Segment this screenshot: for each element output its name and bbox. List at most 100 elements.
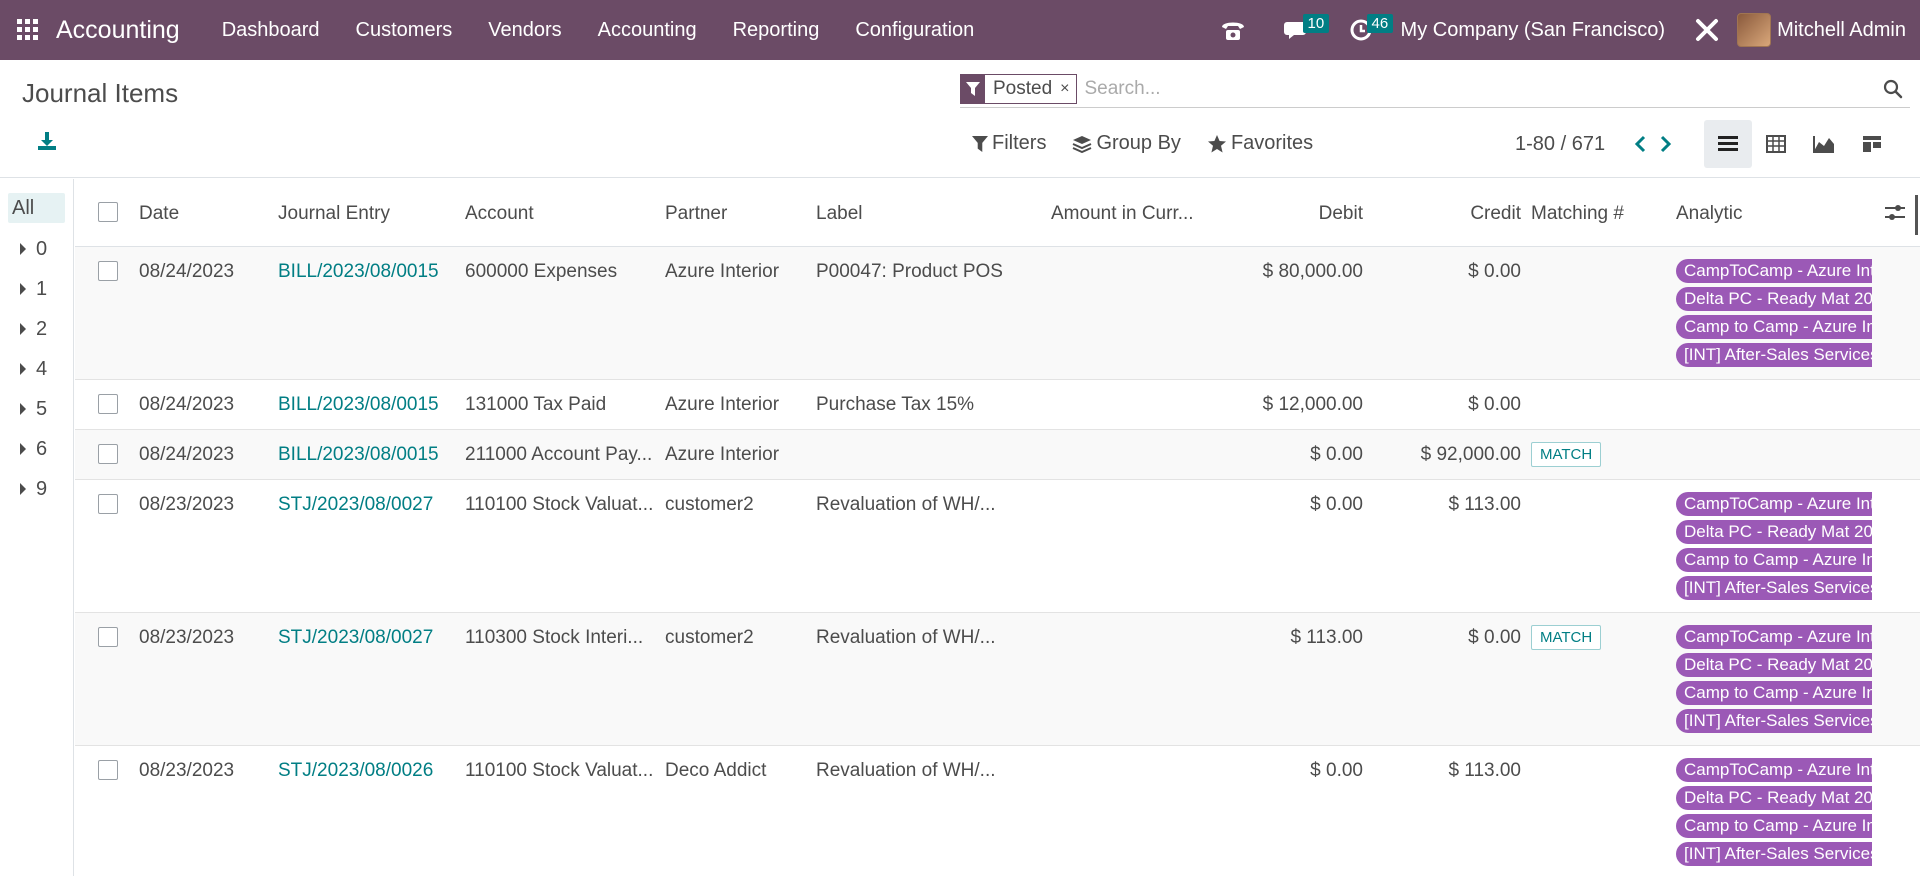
row-checkbox[interactable] xyxy=(98,444,118,464)
analytic-tag[interactable]: Delta PC - Ready Mat 2023 xyxy=(1676,786,1872,810)
download-icon[interactable] xyxy=(36,130,60,154)
graph-view-icon[interactable] xyxy=(1800,120,1848,168)
side-item-0[interactable]: 0 xyxy=(0,229,73,269)
pager-previous-icon[interactable] xyxy=(1627,130,1653,158)
column-date[interactable]: Date xyxy=(139,203,179,225)
user-menu[interactable]: Mitchell Admin xyxy=(1737,13,1920,47)
search-icon[interactable] xyxy=(1876,72,1910,106)
menu-vendors[interactable]: Vendors xyxy=(470,0,579,60)
cell-journal-entry[interactable]: STJ/2023/08/0027 xyxy=(278,627,458,649)
side-item-6[interactable]: 6 xyxy=(0,429,73,469)
cell-date: 08/24/2023 xyxy=(139,261,235,282)
row-checkbox[interactable] xyxy=(98,494,118,514)
side-item-label: 0 xyxy=(36,237,48,260)
column-resize-handle[interactable] xyxy=(1915,195,1918,235)
row-checkbox[interactable] xyxy=(98,627,118,647)
matching-badge[interactable]: MATCH xyxy=(1531,625,1602,650)
cell-journal-entry[interactable]: STJ/2023/08/0027 xyxy=(278,494,458,516)
menu-accounting[interactable]: Accounting xyxy=(580,0,715,60)
optional-columns-icon[interactable] xyxy=(1884,203,1906,229)
row-checkbox[interactable] xyxy=(98,261,118,281)
analytic-tag[interactable]: [INT] After-Sales Services xyxy=(1676,576,1872,600)
apps-menu-icon[interactable] xyxy=(0,0,56,60)
top-navbar: Accounting Dashboard Customers Vendors A… xyxy=(0,0,1920,60)
list-view-icon[interactable] xyxy=(1704,120,1752,168)
analytic-tag[interactable]: [INT] After-Sales Services xyxy=(1676,343,1872,367)
table-row[interactable]: 08/23/2023 STJ/2023/08/0026 110100 Stock V… xyxy=(75,746,1920,876)
favorites-button[interactable]: Favorites xyxy=(1207,132,1313,155)
app-brand[interactable]: Accounting xyxy=(56,16,180,45)
side-item-9[interactable]: 9 xyxy=(0,469,73,509)
analytic-tag[interactable]: CampToCamp - Azure Interior xyxy=(1676,758,1872,782)
filters-button[interactable]: Filters xyxy=(972,132,1046,155)
cell-label: Revaluation of WH/... xyxy=(816,627,996,648)
cell-journal-entry[interactable]: BILL/2023/08/0015 xyxy=(278,261,458,283)
cell-label: Revaluation of WH/... xyxy=(816,494,996,515)
analytic-tag[interactable]: Camp to Camp - Azure Interior xyxy=(1676,814,1872,838)
table-row[interactable]: 08/24/2023 BILL/2023/08/0015 600000 Expens… xyxy=(75,247,1920,380)
column-analytic[interactable]: Analytic xyxy=(1676,203,1743,225)
select-all-checkbox[interactable] xyxy=(98,202,118,222)
analytic-tag[interactable]: Delta PC - Ready Mat 2023 xyxy=(1676,653,1872,677)
analytic-tag[interactable]: Delta PC - Ready Mat 2023 xyxy=(1676,287,1872,311)
cell-journal-entry[interactable]: STJ/2023/08/0026 xyxy=(278,760,458,782)
column-credit[interactable]: Credit xyxy=(1455,203,1521,225)
analytic-tag[interactable]: Camp to Camp - Azure Interior xyxy=(1676,315,1872,339)
column-partner[interactable]: Partner xyxy=(665,203,727,225)
side-item-2[interactable]: 2 xyxy=(0,309,73,349)
company-switcher[interactable]: My Company (San Francisco) xyxy=(1401,19,1666,42)
cell-partner: customer2 xyxy=(665,627,754,648)
menu-customers[interactable]: Customers xyxy=(338,0,471,60)
column-journal-entry[interactable]: Journal Entry xyxy=(278,203,390,225)
side-item-label: 6 xyxy=(36,437,48,460)
analytic-tag[interactable]: Delta PC - Ready Mat 2023 xyxy=(1676,520,1872,544)
facet-remove-icon[interactable]: × xyxy=(1060,80,1075,98)
table-row[interactable]: 08/24/2023 BILL/2023/08/0015 211000 Accoun… xyxy=(75,430,1920,480)
analytic-tag[interactable]: Camp to Camp - Azure Interior xyxy=(1676,681,1872,705)
menu-dashboard[interactable]: Dashboard xyxy=(204,0,338,60)
matching-badge[interactable]: MATCH xyxy=(1531,442,1602,467)
group-by-button[interactable]: Group By xyxy=(1072,132,1181,155)
debug-tools-icon[interactable] xyxy=(1685,0,1729,60)
pager-next-icon[interactable] xyxy=(1653,130,1679,158)
messages-icon[interactable]: 10 xyxy=(1265,0,1330,60)
caret-right-icon xyxy=(20,403,26,415)
cell-credit: $ 113.00 xyxy=(1448,494,1521,515)
row-checkbox[interactable] xyxy=(98,760,118,780)
column-matching[interactable]: Matching # xyxy=(1531,203,1624,225)
pager-value[interactable]: 1-80 / 671 xyxy=(1515,133,1605,156)
column-label[interactable]: Label xyxy=(816,203,863,225)
cell-date: 08/23/2023 xyxy=(139,494,235,515)
activities-icon[interactable]: 46 xyxy=(1329,0,1394,60)
main-menu: Dashboard Customers Vendors Accounting R… xyxy=(204,0,993,60)
analytic-tag[interactable]: CampToCamp - Azure Interior xyxy=(1676,492,1872,516)
cell-account: 110300 Stock Interi... xyxy=(465,627,644,648)
kanban-view-icon[interactable] xyxy=(1848,120,1896,168)
analytic-tag[interactable]: [INT] After-Sales Services xyxy=(1676,842,1872,866)
search-input[interactable] xyxy=(1084,73,1876,104)
column-amount-currency[interactable]: Amount in Curr... xyxy=(1051,203,1194,225)
table-row[interactable]: 08/24/2023 BILL/2023/08/0015 131000 Tax Pa… xyxy=(75,380,1920,430)
analytic-tag[interactable]: CampToCamp - Azure Interior xyxy=(1676,259,1872,283)
side-item-5[interactable]: 5 xyxy=(0,389,73,429)
analytic-tag[interactable]: CampToCamp - Azure Interior xyxy=(1676,625,1872,649)
pivot-view-icon[interactable] xyxy=(1752,120,1800,168)
side-item-1[interactable]: 1 xyxy=(0,269,73,309)
caret-right-icon xyxy=(20,443,26,455)
side-item-4[interactable]: 4 xyxy=(0,349,73,389)
group-by-label: Group By xyxy=(1096,132,1181,154)
side-item-all[interactable]: All xyxy=(8,193,65,223)
control-panel: Journal Items Posted × Filters Group By … xyxy=(0,60,1920,178)
cell-journal-entry[interactable]: BILL/2023/08/0015 xyxy=(278,444,458,466)
column-debit[interactable]: Debit xyxy=(1295,203,1363,225)
analytic-tag[interactable]: Camp to Camp - Azure Interior xyxy=(1676,548,1872,572)
table-row[interactable]: 08/23/2023 STJ/2023/08/0027 110100 Stock V… xyxy=(75,480,1920,613)
cell-journal-entry[interactable]: BILL/2023/08/0015 xyxy=(278,394,458,416)
phone-icon[interactable] xyxy=(1201,0,1265,60)
menu-configuration[interactable]: Configuration xyxy=(837,0,992,60)
analytic-tag[interactable]: [INT] After-Sales Services xyxy=(1676,709,1872,733)
table-row[interactable]: 08/23/2023 STJ/2023/08/0027 110300 Stock I… xyxy=(75,613,1920,746)
column-account[interactable]: Account xyxy=(465,203,534,225)
row-checkbox[interactable] xyxy=(98,394,118,414)
menu-reporting[interactable]: Reporting xyxy=(715,0,838,60)
